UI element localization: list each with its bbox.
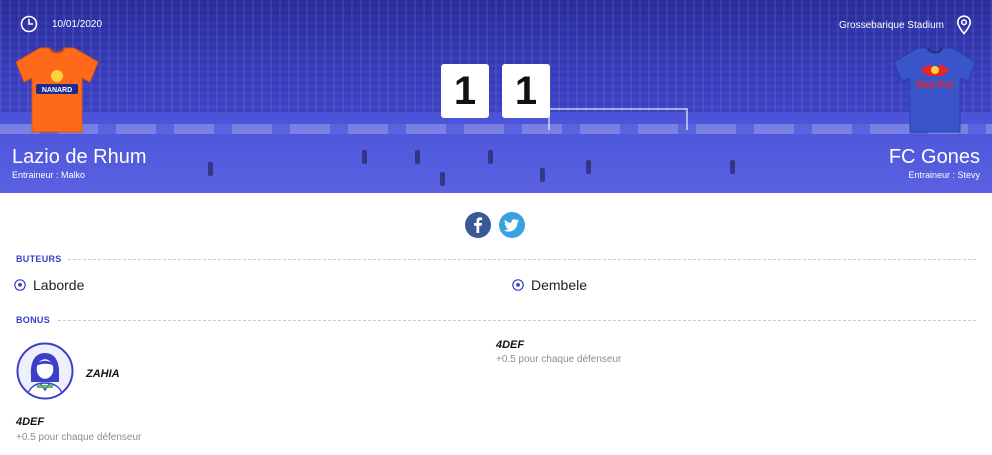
- stadium-name: Grossebarique Stadium: [838, 19, 944, 31]
- home-team-info: Lazio de Rhum Entraineur : Malko: [12, 146, 147, 180]
- away-scorer: Dembele: [512, 277, 587, 293]
- home-scorer-name: Laborde: [33, 277, 85, 293]
- away-team-name[interactable]: FC Gones: [889, 146, 980, 168]
- match-date-text: 10/01/2020: [52, 18, 103, 30]
- bonus-section-label: BONUS: [16, 315, 51, 325]
- pitch-player: [540, 168, 545, 182]
- away-scorer-name: Dembele: [531, 277, 588, 293]
- pitch-player: [488, 150, 493, 164]
- home-scorer: Laborde: [14, 277, 84, 293]
- match-date: 10/01/2020: [20, 15, 102, 33]
- soccer-ball-icon: [512, 279, 524, 291]
- bonus-player-name: ZAHIA: [86, 368, 120, 380]
- away-bonus-title: 4DEF: [496, 339, 525, 351]
- advertising-boards: [0, 124, 992, 134]
- pitch-player: [415, 150, 420, 164]
- home-bonus-title: 4DEF: [16, 416, 45, 428]
- home-team-name[interactable]: Lazio de Rhum: [12, 146, 147, 168]
- goal-net: [548, 108, 688, 130]
- scorers-divider: [68, 259, 976, 260]
- pitch-player: [730, 160, 735, 174]
- away-team-jersey: Red Pio: [893, 47, 977, 133]
- home-bonus-description: +0.5 pour chaque défenseur: [16, 432, 142, 443]
- facebook-share-button[interactable]: [465, 212, 491, 238]
- scorers-section-label: BUTEURS: [16, 254, 62, 264]
- match-hero: 10/01/2020 Grossebarique Stadium NANARD …: [0, 0, 992, 193]
- pitch-player: [362, 150, 367, 164]
- away-team-info: FC Gones Entraineur : Stevy: [889, 146, 980, 180]
- soccer-ball-icon: [14, 279, 26, 291]
- facebook-icon: [474, 217, 483, 233]
- home-team-coach: Entraineur : Malko: [12, 170, 86, 180]
- twitter-share-button[interactable]: [499, 212, 525, 238]
- away-jersey-sponsor: Red Pio: [916, 80, 953, 91]
- home-jersey-sponsor: NANARD: [42, 87, 72, 94]
- player-avatar[interactable]: [16, 342, 74, 400]
- home-score: 1: [441, 64, 489, 118]
- match-stadium: Grossebarique Stadium: [839, 15, 972, 35]
- pitch-player: [208, 162, 213, 176]
- away-bonus-description: +0.5 pour chaque défenseur: [496, 354, 622, 365]
- away-score: 1: [502, 64, 550, 118]
- location-pin-icon: [956, 15, 972, 35]
- pitch-player: [586, 160, 591, 174]
- away-team-coach: Entraineur : Stevy: [908, 170, 980, 180]
- twitter-icon: [503, 219, 519, 232]
- home-team-jersey: NANARD: [15, 47, 99, 133]
- social-share: [465, 212, 525, 238]
- bonus-divider: [58, 320, 976, 321]
- clock-icon: [20, 15, 38, 33]
- pitch-player: [440, 172, 445, 186]
